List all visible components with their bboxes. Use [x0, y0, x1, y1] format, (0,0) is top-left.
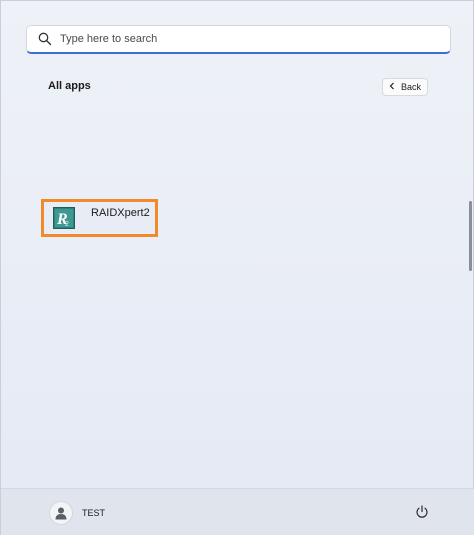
scrollbar-thumb[interactable] — [469, 201, 472, 271]
power-button[interactable] — [412, 504, 432, 524]
back-button[interactable]: Back — [382, 78, 428, 96]
user-name: TEST — [82, 508, 106, 518]
app-label: RAIDXpert2 — [91, 207, 150, 219]
all-apps-title: All apps — [48, 80, 91, 92]
user-account-button[interactable]: TEST — [49, 501, 105, 525]
svg-text:2: 2 — [65, 221, 69, 228]
search-input[interactable] — [60, 29, 420, 49]
app-item-raidxpert2[interactable]: R 2 RAIDXpert2 — [41, 199, 158, 237]
search-icon — [38, 32, 52, 46]
power-icon — [415, 504, 429, 524]
user-avatar-icon — [49, 501, 73, 525]
start-menu: All apps Back R 2 RAIDXpert2 — [0, 0, 474, 535]
start-menu-footer: TEST — [1, 488, 474, 535]
chevron-left-icon — [389, 82, 395, 92]
search-box[interactable] — [26, 25, 451, 54]
back-button-label: Back — [400, 82, 421, 92]
raidxpert2-app-icon: R 2 — [53, 207, 75, 229]
